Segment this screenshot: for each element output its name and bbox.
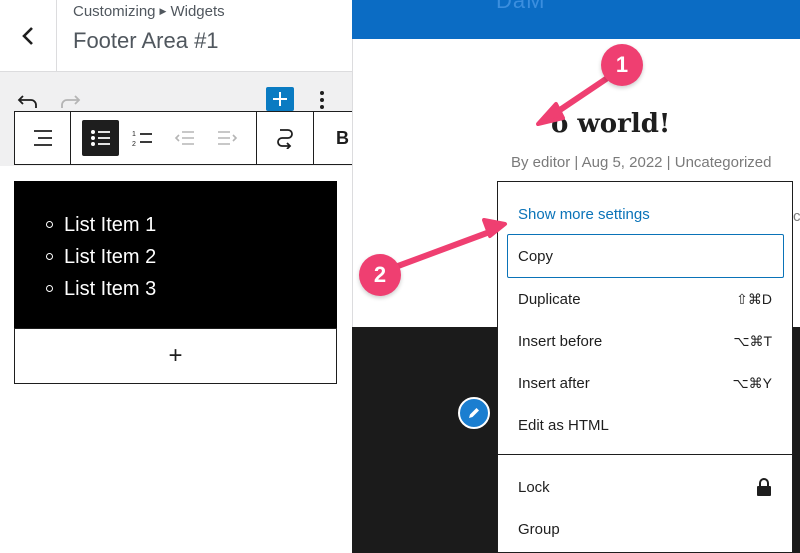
transform-icon [277, 129, 293, 149]
block-options-menu: Show more settings Copy Duplicate ⇧⌘D Ins… [497, 181, 793, 553]
breadcrumb-root: Customizing [73, 3, 156, 20]
pencil-icon [469, 408, 479, 418]
bold-icon: B [336, 128, 349, 148]
menu-item-shortcut: ⌥⌘T [733, 332, 772, 349]
list-view-icon [33, 130, 52, 146]
list: List Item 1 List Item 2 List Item 3 [14, 181, 337, 305]
toolbar-divider [313, 112, 314, 164]
more-vertical-icon [320, 91, 324, 109]
list-item[interactable]: List Item 1 [46, 209, 337, 241]
svg-text:2: 2 [132, 141, 136, 147]
back-button[interactable] [0, 0, 57, 71]
ordered-list-icon: 12 [132, 131, 152, 147]
toolbar-divider [70, 112, 71, 164]
site-header [352, 0, 800, 39]
menu-item-edit-as-html[interactable]: Edit as HTML [498, 405, 792, 445]
ordered-list-button[interactable]: 12 [125, 112, 161, 164]
block-appender-button[interactable]: + [14, 328, 337, 384]
svg-text:1: 1 [132, 131, 136, 138]
unordered-list-button[interactable] [82, 120, 119, 156]
post-meta: By editor | Aug 5, 2022 | Uncategorized [511, 154, 772, 171]
menu-item-label: Edit as HTML [518, 416, 609, 434]
menu-item-label: Insert after [518, 374, 590, 392]
add-block-button[interactable] [266, 87, 294, 111]
menu-item-insert-before[interactable]: Insert before ⌥⌘T [498, 321, 792, 361]
menu-item-label: Lock [518, 478, 550, 496]
menu-item-shortcut: ⌥⌘Y [732, 374, 772, 391]
menu-item-label: Copy [518, 247, 554, 265]
post-excerpt-edge: c [793, 208, 800, 225]
list-item[interactable]: List Item 2 [46, 241, 337, 273]
menu-item-label: Duplicate [518, 290, 581, 308]
breadcrumb: Customizing ▶ Widgets [73, 3, 225, 20]
outdent-button[interactable] [167, 112, 203, 164]
menu-item-copy[interactable]: Copy [507, 234, 784, 278]
menu-item-label: Insert before [518, 332, 603, 350]
back-chevron-icon [22, 26, 33, 45]
undo-icon [17, 95, 37, 108]
indent-icon [218, 131, 238, 145]
lock-icon [757, 478, 771, 496]
menu-item-label: Group [518, 520, 560, 538]
page-title: Footer Area #1 [73, 28, 219, 53]
callout-badge-1: 1 [601, 44, 643, 86]
list-item[interactable]: List Item 3 [46, 273, 337, 305]
menu-item-show-more-settings[interactable]: Show more settings [498, 194, 792, 234]
list-block[interactable]: List Item 1 List Item 2 List Item 3 [14, 181, 337, 328]
menu-item-duplicate[interactable]: Duplicate ⇧⌘D [498, 279, 792, 319]
outdent-icon [174, 131, 194, 145]
caret-right-icon: ▶ [159, 6, 167, 16]
menu-item-lock[interactable]: Lock [498, 467, 792, 507]
indent-button[interactable] [209, 112, 245, 164]
transform-button[interactable] [257, 112, 313, 164]
svg-text:B: B [336, 128, 349, 148]
list-view-button[interactable] [15, 112, 70, 164]
menu-item-group[interactable]: Group [498, 509, 792, 549]
plus-icon [273, 92, 287, 106]
menu-item-insert-after[interactable]: Insert after ⌥⌘Y [498, 363, 792, 403]
menu-item-label: Show more settings [518, 205, 650, 223]
site-logo: DaM [496, 0, 546, 13]
post-title[interactable]: o world! [551, 109, 670, 139]
plus-icon: + [168, 342, 183, 369]
menu-item-shortcut: ⇧⌘D [736, 290, 772, 307]
redo-button[interactable] [58, 88, 82, 112]
breadcrumb-section: Widgets [170, 3, 225, 20]
edit-shortcut-button[interactable] [458, 397, 490, 429]
undo-button[interactable] [16, 88, 40, 112]
callout-badge-2: 2 [359, 254, 401, 296]
panel-options-button[interactable] [312, 88, 332, 112]
menu-divider [498, 454, 792, 455]
unordered-list-icon [90, 130, 110, 146]
redo-icon [61, 95, 81, 108]
